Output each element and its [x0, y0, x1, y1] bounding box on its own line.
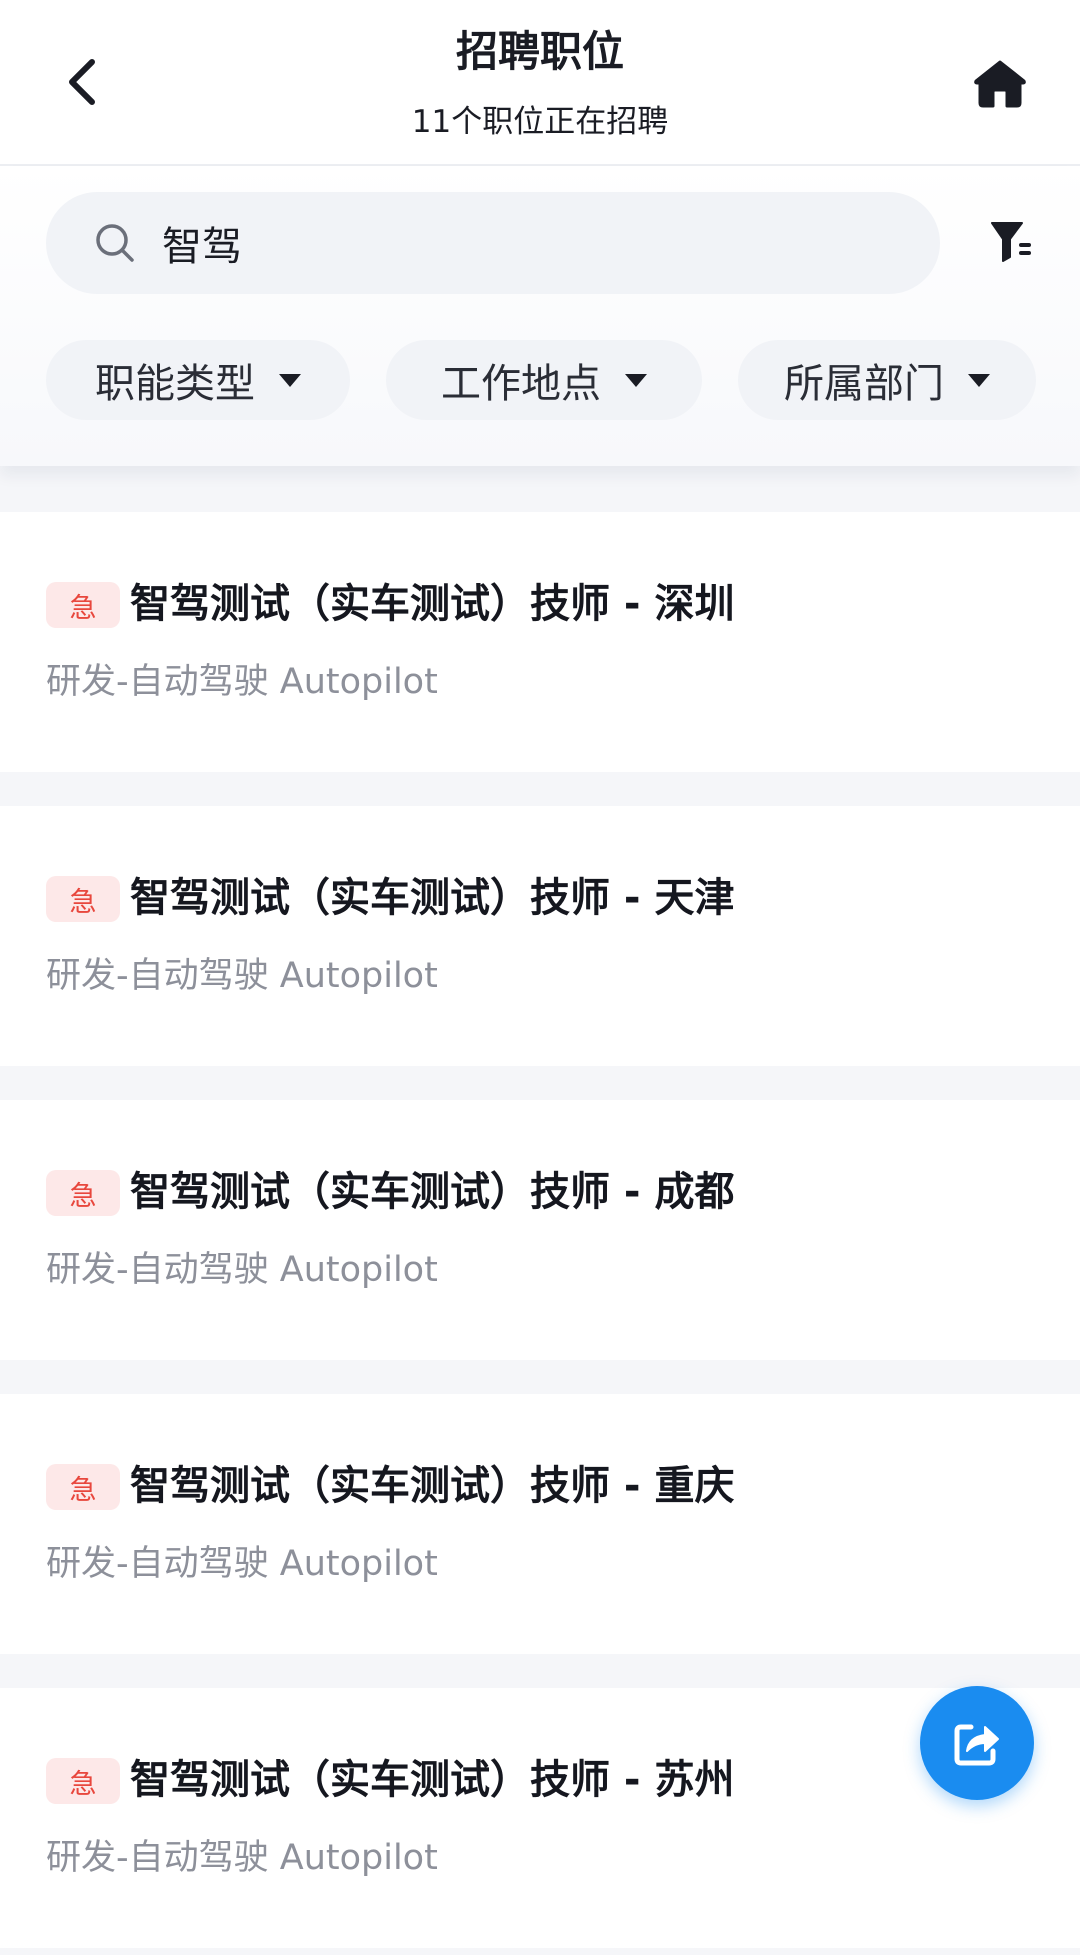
- search-icon: [96, 224, 134, 262]
- job-department: 研发-自动驾驶 Autopilot: [46, 662, 438, 702]
- home-button[interactable]: [968, 52, 1032, 116]
- page-subtitle: 11个职位正在招聘: [411, 104, 669, 140]
- job-list-item[interactable]: 急 智驾测试（实车测试）技师 - 重庆 研发-自动驾驶 Autopilot: [0, 1394, 1080, 1654]
- job-department: 研发-自动驾驶 Autopilot: [46, 956, 438, 996]
- job-title: 智驾测试（实车测试）技师 - 重庆: [130, 1463, 735, 1509]
- filter-chip-label: 所属部门: [784, 361, 944, 407]
- caret-down-icon: [968, 373, 990, 387]
- caret-down-icon: [279, 373, 301, 387]
- filter-panel: 职能类型 工作地点 所属部门: [0, 166, 1080, 466]
- advanced-filter-button[interactable]: [984, 214, 1040, 270]
- urgent-badge: 急: [46, 1758, 120, 1804]
- urgent-badge: 急: [46, 1464, 120, 1510]
- job-list-item[interactable]: 急 智驾测试（实车测试）技师 - 成都 研发-自动驾驶 Autopilot: [0, 1100, 1080, 1360]
- job-title: 智驾测试（实车测试）技师 - 苏州: [130, 1757, 735, 1803]
- job-department: 研发-自动驾驶 Autopilot: [46, 1544, 438, 1584]
- urgent-badge: 急: [46, 1170, 120, 1216]
- job-title: 智驾测试（实车测试）技师 - 成都: [130, 1169, 735, 1215]
- home-icon: [974, 60, 1026, 108]
- urgent-badge: 急: [46, 876, 120, 922]
- search-input[interactable]: [162, 192, 902, 294]
- job-department: 研发-自动驾驶 Autopilot: [46, 1250, 438, 1290]
- page-title: 招聘职位: [455, 27, 624, 76]
- filter-chip-function-type[interactable]: 职能类型: [46, 340, 350, 420]
- filter-chip-work-location[interactable]: 工作地点: [386, 340, 702, 420]
- job-title: 智驾测试（实车测试）技师 - 天津: [130, 875, 735, 921]
- filter-chip-department[interactable]: 所属部门: [738, 340, 1036, 420]
- share-icon: [954, 1724, 999, 1766]
- filter-chip-label: 职能类型: [95, 361, 255, 407]
- job-title: 智驾测试（实车测试）技师 - 深圳: [130, 581, 735, 627]
- share-button[interactable]: [920, 1686, 1034, 1800]
- filter-icon: [991, 222, 1031, 262]
- urgent-badge: 急: [46, 582, 120, 628]
- job-list-item[interactable]: 急 智驾测试（实车测试）技师 - 苏州 研发-自动驾驶 Autopilot: [0, 1688, 1080, 1948]
- search-box[interactable]: [46, 192, 940, 294]
- filter-chip-label: 工作地点: [441, 361, 601, 407]
- caret-down-icon: [625, 373, 647, 387]
- job-department: 研发-自动驾驶 Autopilot: [46, 1838, 438, 1878]
- top-nav-bar: 招聘职位 11个职位正在招聘: [0, 0, 1080, 166]
- job-list-item[interactable]: 急 智驾测试（实车测试）技师 - 深圳 研发-自动驾驶 Autopilot: [0, 512, 1080, 772]
- job-list-item[interactable]: 急 智驾测试（实车测试）技师 - 天津 研发-自动驾驶 Autopilot: [0, 806, 1080, 1066]
